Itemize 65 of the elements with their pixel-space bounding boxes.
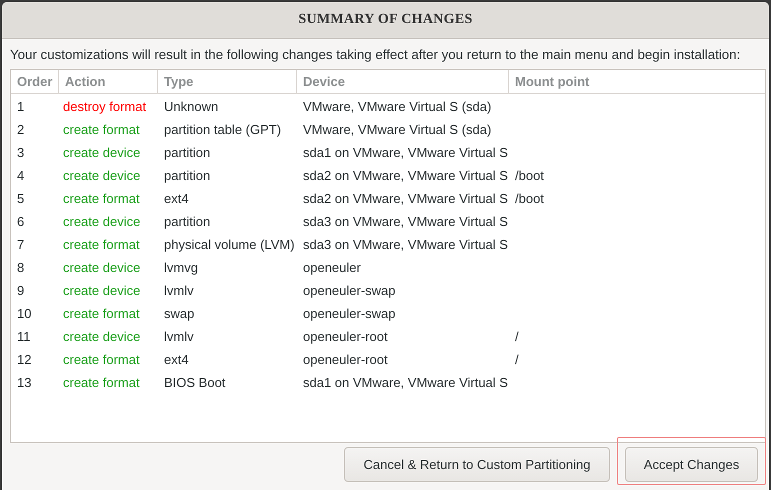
- window-title: SUMMARY OF CHANGES: [298, 12, 473, 28]
- table-cell-text: VMware, VMware Virtual S (sda): [302, 122, 492, 137]
- table-cell-text: /boot: [514, 168, 545, 183]
- table-cell-text: create device: [62, 168, 142, 183]
- table-cell-text: 5: [16, 191, 26, 206]
- table-cell-text: create device: [62, 283, 142, 298]
- table-cell-text: ext4: [163, 191, 190, 206]
- table-cell-text: swap: [163, 306, 196, 321]
- table-cell-text: /: [514, 329, 520, 344]
- table-cell-text: ext4: [163, 352, 190, 367]
- table-cell-text: openeuler-swap: [302, 306, 397, 321]
- cancel-button[interactable]: Cancel & Return to Custom Partitioning: [344, 447, 610, 482]
- table-cell-text: create format: [62, 122, 141, 137]
- table-cell-text: VMware, VMware Virtual S (sda): [302, 99, 492, 114]
- table-cell-text: 7: [16, 237, 26, 252]
- table-cell-text: sda2 on VMware, VMware Virtual S: [302, 191, 509, 206]
- table-cell-text: openeuler-root: [302, 329, 389, 344]
- table-cell-text: 1: [16, 99, 26, 114]
- table-cell-text: create device: [62, 214, 142, 229]
- table-cell-text: create format: [62, 237, 141, 252]
- table-cell-text: Unknown: [163, 99, 220, 114]
- table-cell-text: 9: [16, 283, 26, 298]
- table-cell-text: sda3 on VMware, VMware Virtual S: [302, 237, 509, 252]
- table-cell-text: sda2 on VMware, VMware Virtual S: [302, 168, 509, 183]
- table-cell-text: sda3 on VMware, VMware Virtual S: [302, 214, 509, 229]
- column-header[interactable]: Action: [59, 70, 158, 93]
- table-cell-text: 3: [16, 145, 26, 160]
- table-cell-text: create format: [62, 375, 141, 390]
- table-cell-text: 4: [16, 168, 26, 183]
- table-cell-text: BIOS Boot: [163, 375, 226, 390]
- table-cell-text: /: [514, 352, 520, 367]
- table-cell-text: partition table (GPT): [163, 122, 282, 137]
- column-header[interactable]: Order: [11, 70, 59, 93]
- column-header[interactable]: Device: [297, 70, 509, 93]
- table-cell-text: 11: [16, 329, 32, 344]
- table-cell-text: partition: [163, 145, 212, 160]
- table-cell-text: destroy format: [62, 99, 148, 114]
- table-cell-text: 8: [16, 260, 26, 275]
- table-cell-text: create device: [62, 260, 142, 275]
- table-cell-text: create device: [62, 145, 142, 160]
- table-cell-text: lvmlv: [163, 283, 195, 298]
- table-cell-text: openeuler-swap: [302, 283, 397, 298]
- table-cell-text: openeuler-root: [302, 352, 389, 367]
- table-cell-text: sda1 on VMware, VMware Virtual S: [302, 375, 509, 390]
- description-text: Your customizations will result in the following changes taking effect after you return to the main menu and begin installation:: [10, 47, 742, 63]
- table-cell-text: physical volume (LVM): [163, 237, 296, 252]
- table-cell-text: 12: [16, 352, 32, 367]
- table-cell-text: partition: [163, 168, 212, 183]
- table-cell-text: lvmlv: [163, 329, 195, 344]
- table-cell-text: partition: [163, 214, 212, 229]
- table-cell-text: 6: [16, 214, 26, 229]
- table-cell-text: create format: [62, 306, 141, 321]
- table-cell-text: 2: [16, 122, 26, 137]
- table-cell-text: sda1 on VMware, VMware Virtual S: [302, 145, 509, 160]
- table-cell-text: create format: [62, 352, 141, 367]
- column-header[interactable]: Mount point: [509, 70, 763, 93]
- table-cell-text: lvmvg: [163, 260, 199, 275]
- table-cell-text: /boot: [514, 191, 545, 206]
- table-cell-text: create format: [62, 191, 141, 206]
- table-cell-text: create device: [62, 329, 142, 344]
- table-cell-text: openeuler: [302, 260, 362, 275]
- accept-button[interactable]: Accept Changes: [625, 447, 758, 482]
- table-cell-text: 10: [16, 306, 32, 321]
- table-cell-text: 13: [16, 375, 32, 390]
- column-header[interactable]: Type: [158, 70, 297, 93]
